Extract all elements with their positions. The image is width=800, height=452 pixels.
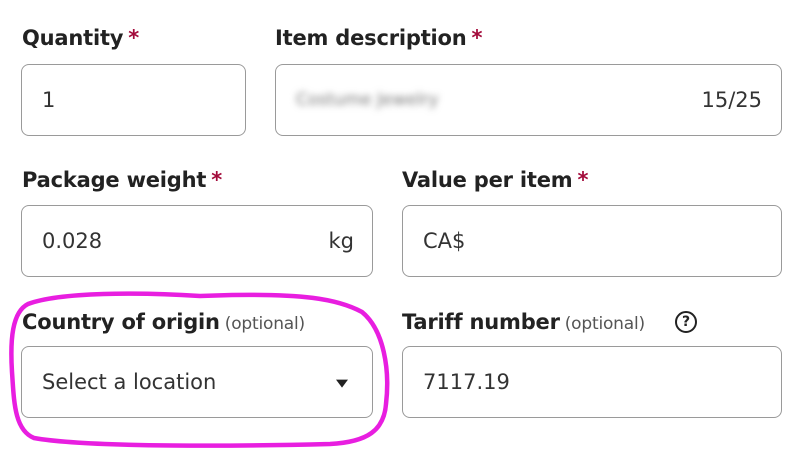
package-weight-unit: kg [328,229,355,253]
optional-text: (optional) [564,314,645,334]
tariff-number-label-text: Tariff number [402,310,560,334]
quantity-label: Quantity * [22,26,139,50]
item-description-value: Costume Jewelry [296,90,439,110]
value-per-item-label: Value per item * [402,168,588,192]
optional-text: (optional) [224,314,305,334]
required-asterisk: * [128,26,140,50]
package-weight-value: 0.028 [42,229,103,253]
item-description-input[interactable]: Costume Jewelry 15/25 [275,64,782,136]
tariff-number-label: Tariff number (optional) [402,310,645,334]
quantity-input[interactable]: 1 [21,64,246,136]
country-of-origin-selected: Select a location [42,370,217,394]
required-asterisk: * [211,168,223,192]
quantity-value: 1 [42,88,56,112]
currency-prefix: CA$ [423,229,466,253]
package-weight-label: Package weight * [22,168,222,192]
tariff-number-value: 7117.19 [423,370,510,394]
required-asterisk: * [577,168,589,192]
chevron-down-icon [336,379,348,388]
item-description-label: Item description * [275,26,483,50]
required-asterisk: * [471,26,483,50]
customs-form: Quantity * 1 Item description * Costume Je… [0,0,800,452]
quantity-label-text: Quantity [22,26,124,50]
package-weight-label-text: Package weight [22,168,207,192]
package-weight-input[interactable]: 0.028 kg [21,205,373,277]
value-per-item-label-text: Value per item [402,168,573,192]
country-of-origin-select[interactable]: Select a location [21,346,373,418]
item-description-char-count: 15/25 [701,88,762,112]
country-of-origin-label: Country of origin (optional) [22,310,305,334]
item-description-label-text: Item description [275,26,467,50]
value-per-item-input[interactable]: CA$ [402,205,782,277]
help-circle-icon[interactable]: ? [675,311,697,333]
tariff-number-input[interactable]: 7117.19 [402,346,782,418]
country-of-origin-label-text: Country of origin [22,310,220,334]
